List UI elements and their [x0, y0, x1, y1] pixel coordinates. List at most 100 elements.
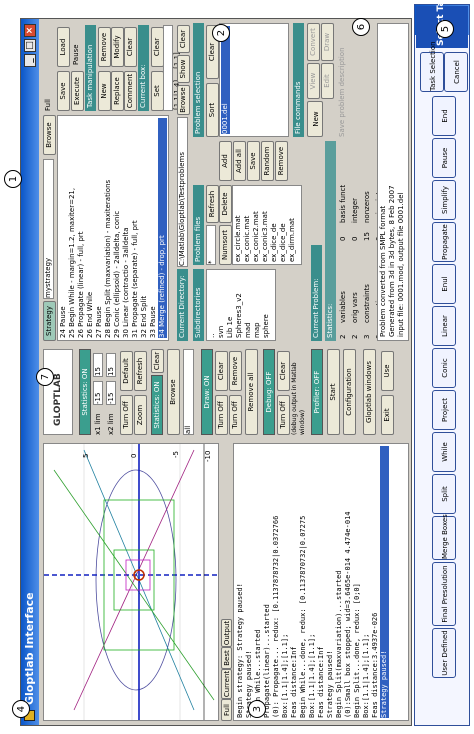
task-user-defined-button[interactable]: User Defined	[432, 628, 456, 678]
x1-max-input[interactable]: 15	[93, 353, 103, 377]
task-linear-button[interactable]: Linear	[432, 306, 456, 346]
numsort-button[interactable]: Numsort	[219, 225, 232, 265]
file-convert-button[interactable]: Convert	[307, 23, 320, 61]
draw-turn-off-button-2[interactable]: Turn Off	[229, 395, 242, 435]
draw-clear-button[interactable]: Clear	[215, 351, 228, 391]
task-end-button[interactable]: End	[432, 96, 456, 136]
zoom-button[interactable]: Zoom	[134, 395, 147, 435]
subdirectory-item[interactable]: Lib 1e	[226, 272, 235, 338]
task-simplify-button[interactable]: Simplify	[432, 180, 456, 220]
problem-file-item[interactable]: ex_conic2.mat	[252, 188, 261, 262]
full-checkbox-label[interactable]: Full	[43, 99, 53, 111]
turn-off-button[interactable]: Turn Off	[120, 395, 133, 435]
add-button[interactable]: Add	[219, 141, 232, 181]
strategy-line[interactable]: 33 Pause	[149, 118, 158, 338]
x2-min-input[interactable]: -15	[106, 381, 116, 405]
subdirectory-item[interactable]: svn	[217, 272, 226, 338]
statistics2-status[interactable]: Statistics: ON	[151, 375, 163, 435]
remove-all-button[interactable]: Remove all	[245, 349, 258, 435]
subdirectories-list[interactable]: .. svn Lib 1e Spheres3_v2 mad map sphere	[206, 269, 276, 341]
directory-clear-button[interactable]: Clear	[177, 25, 190, 53]
task-cancel-button[interactable]: Cancel	[444, 52, 468, 92]
subdirectory-item[interactable]: mad	[244, 272, 253, 338]
subdirectory-item[interactable]: ..	[208, 272, 217, 338]
problem-file-item[interactable]: ex_dirm.mat	[288, 188, 297, 262]
strategy-line[interactable]: 30 Linear (contractio - 3alldelta	[122, 118, 131, 338]
tab-current[interactable]: Current	[221, 669, 232, 699]
strategy-line[interactable]: 26 Propagate (linear) - full, prt	[77, 118, 86, 338]
task-enul-button[interactable]: Enul	[432, 264, 456, 304]
save-problem-description[interactable]: Save problem description	[337, 23, 347, 137]
statistics-status[interactable]: Statistics: ON	[79, 349, 91, 435]
directory-browse-button[interactable]: Browse	[177, 85, 190, 115]
add-all-button[interactable]: Add all	[233, 141, 246, 181]
strategy-browse-button[interactable]: Browse	[43, 115, 56, 155]
problem-files-list[interactable]: ex_circle.mat ex_conic.mat ex_conic2.mat…	[232, 185, 302, 265]
task-conic-button[interactable]: Conic	[432, 348, 456, 388]
minimize-icon[interactable]: _	[24, 54, 36, 67]
tab-output[interactable]: Output	[221, 619, 232, 647]
strategy-save-button[interactable]: Save	[57, 71, 70, 111]
exit-button[interactable]: Exit	[381, 395, 394, 435]
close-icon[interactable]: ×	[24, 24, 36, 37]
random-button[interactable]: Random	[261, 141, 274, 181]
debug-status[interactable]: Debug: OFF	[263, 349, 275, 435]
x2-max-input[interactable]: 15	[106, 353, 116, 377]
gloptlab-windows-button[interactable]: Gloptlab windows	[363, 349, 376, 435]
strategy-name-field[interactable]: mystrategy	[43, 159, 54, 299]
problem-file-item[interactable]: ex_circle.mat	[234, 188, 243, 262]
draw-remove-button[interactable]: Remove	[229, 351, 242, 391]
refresh-button[interactable]: Refresh	[134, 351, 147, 391]
strategy-line[interactable]: 32 End Split	[140, 118, 149, 338]
task-selection-button[interactable]: Task Selection	[420, 41, 444, 92]
selection-save-button[interactable]: Save	[247, 141, 260, 181]
strategy-line[interactable]: 29 Conic (ellipsoid) - 2alldelta, conic	[113, 118, 122, 338]
filter-input[interactable]: *	[206, 225, 216, 265]
subdirectory-item[interactable]: Spheres3_v2	[235, 272, 244, 338]
profiler-status[interactable]: Profiler: OFF	[311, 349, 323, 435]
use-button[interactable]: Use	[381, 351, 394, 391]
problem-file-item[interactable]: ex_dice_de	[279, 188, 288, 262]
strategy-line[interactable]: 24 Pause	[59, 118, 68, 338]
task-new-button[interactable]: New	[98, 71, 111, 111]
strategy-line[interactable]: 28 Begin Split (maxvariation) - maxitera…	[104, 118, 113, 338]
file-edit-button[interactable]: Edit	[321, 63, 334, 99]
task-while-button[interactable]: While	[432, 432, 456, 472]
start-button[interactable]: Start	[327, 349, 340, 435]
debug-clear-button[interactable]: Clear	[277, 351, 290, 391]
draw-turn-off-button[interactable]: Turn Off	[215, 395, 228, 435]
file-new-button[interactable]: New	[307, 101, 323, 137]
task-pause-button[interactable]: Pause	[432, 138, 456, 178]
strategy-line[interactable]: 26 End While	[86, 118, 95, 338]
strategy-line[interactable]: 27 Pause	[95, 118, 104, 338]
task-propagate-button[interactable]: Propagate	[432, 222, 456, 262]
draw-status[interactable]: Draw: ON	[201, 349, 213, 435]
task-merge-boxes-button[interactable]: Merge Boxes	[432, 514, 456, 560]
files-delete-button[interactable]: Delete	[219, 185, 232, 223]
selection-sort-button[interactable]: Sort	[206, 83, 219, 137]
strategy-list[interactable]: 24 Pause 25 Begin While - margin=1.2, ma…	[57, 115, 169, 341]
configuration-button[interactable]: Configuration	[343, 349, 356, 435]
task-replace-button[interactable]: Replace	[111, 71, 124, 111]
output-text[interactable]: Begin strategy: Strategy paused! Strateg…	[233, 443, 409, 721]
directory-show-button[interactable]: Show	[177, 55, 190, 83]
task-project-button[interactable]: Project	[432, 390, 456, 430]
clear-stats-button[interactable]: Clear	[151, 349, 164, 373]
browse-button[interactable]: Browse	[167, 349, 180, 435]
debug-turn-on-button[interactable]: Turn Off	[277, 395, 290, 435]
pause-checkbox-label[interactable]: Pause	[71, 44, 81, 65]
file-draw-button[interactable]: Draw	[321, 23, 334, 61]
subdirectory-item[interactable]: map	[253, 272, 262, 338]
problem-file-item[interactable]: ex_conic3.mat	[261, 188, 270, 262]
problem-selection-list[interactable]: 0001.del	[219, 23, 289, 137]
file-view-button[interactable]: View	[307, 63, 320, 99]
tab-strategy[interactable]: Strategy	[43, 301, 56, 341]
tab-full[interactable]: Full	[221, 699, 232, 721]
strategy-load-button[interactable]: Load	[57, 27, 70, 67]
strategy-line-selected[interactable]: 34 Merge (refined) - drop, prt	[158, 118, 167, 338]
task-modify-button[interactable]: Modify	[111, 27, 124, 67]
selected-problem-item[interactable]: 0001.del	[221, 26, 230, 134]
maximize-icon[interactable]: □	[24, 39, 36, 52]
execute-button[interactable]: Execute	[71, 71, 84, 111]
problem-file-item[interactable]: ex_conic.mat	[243, 188, 252, 262]
